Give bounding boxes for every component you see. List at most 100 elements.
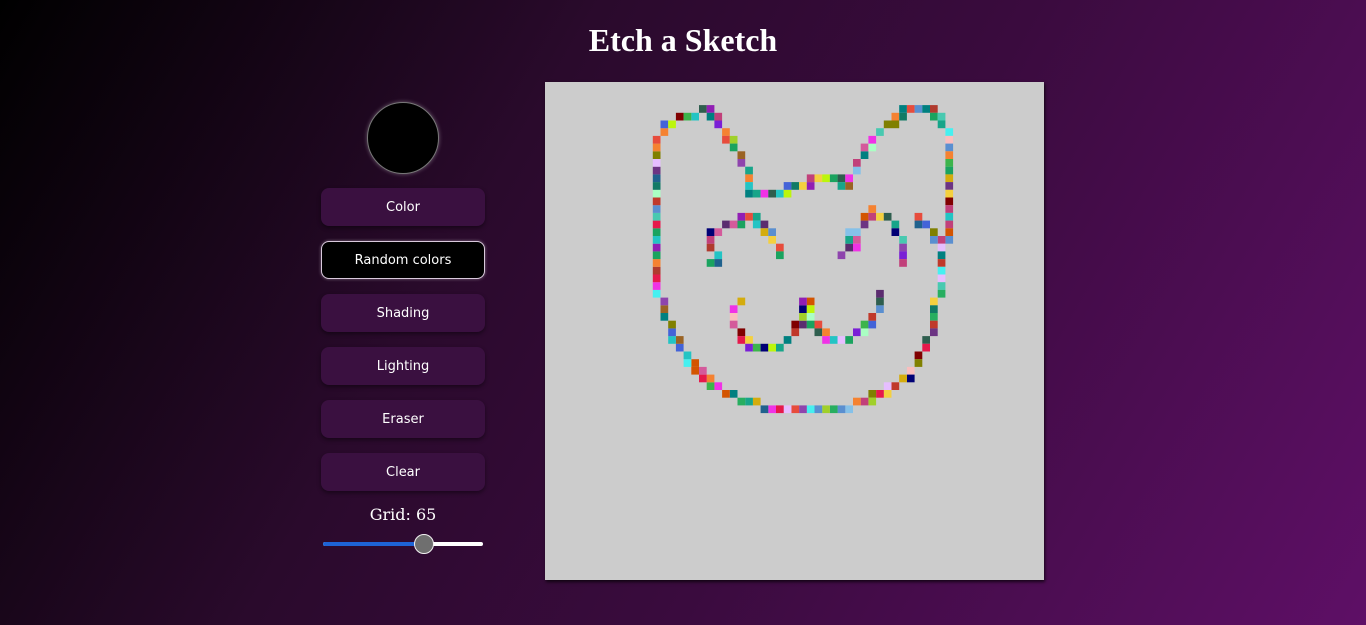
sketch-pixel (868, 320, 877, 329)
page-title: Etch a Sketch (588, 22, 778, 58)
sketch-pixel (706, 259, 715, 267)
sketch-pixel (945, 128, 954, 136)
sketch-pixel (729, 135, 738, 144)
sketch-pixel (829, 336, 838, 344)
sketch-pixel (945, 236, 954, 244)
sketch-pixel (922, 105, 930, 113)
sketch-pixel (722, 128, 730, 136)
sketch-drawing (652, 105, 954, 414)
sketch-pixel (652, 236, 661, 244)
sketch-pixel (860, 151, 869, 159)
sketch-pixel (930, 320, 938, 329)
sketch-pixel (660, 120, 669, 129)
sketch-pixel (737, 159, 746, 167)
random-colors-button[interactable]: Random colors (321, 241, 485, 279)
sketch-pixel (883, 120, 892, 129)
color-button[interactable]: Color (321, 188, 485, 226)
sketch-pixel (660, 313, 669, 321)
sketch-pixel (729, 313, 738, 321)
sketch-pixel (675, 343, 684, 352)
sketch-pixel (837, 405, 846, 414)
sketch-pixel (853, 328, 861, 337)
sketch-pixel (729, 143, 738, 152)
sketch-pixel (737, 397, 746, 406)
grid-size-slider[interactable] (323, 534, 483, 554)
sketch-pixel (652, 243, 661, 252)
sketch-pixel (814, 405, 823, 414)
sketch-pixel (783, 405, 792, 414)
sketch-pixel (945, 143, 954, 152)
sketch-pixel (745, 166, 753, 175)
sketch-pixel (930, 236, 938, 244)
sketch-pixel (945, 159, 954, 167)
sketch-pixel (660, 297, 669, 306)
sketch-pixel (814, 328, 823, 337)
sketch-pixel (945, 220, 954, 229)
sketch-pixel (899, 236, 907, 244)
sketch-pixel (899, 112, 907, 121)
sketch-pixel (876, 289, 884, 298)
sketch-pixel (714, 251, 723, 260)
sketch-pixel (791, 328, 800, 337)
sketch-pixel (853, 397, 861, 406)
sketch-pixel (668, 120, 676, 129)
sketch-pixel (937, 259, 946, 267)
eraser-button[interactable]: Eraser (321, 400, 485, 438)
sketch-pixel (652, 197, 661, 206)
sketch-pixel (668, 328, 676, 337)
sketch-pixel (906, 366, 915, 375)
sketch-pixel (699, 105, 707, 113)
sketch-pixel (914, 220, 923, 229)
sketch-pixel (729, 220, 738, 229)
sketch-pixel (945, 151, 954, 159)
sketch-pixel (699, 366, 707, 375)
sketch-pixel (860, 328, 869, 337)
sketch-pixel (914, 105, 923, 113)
sketch-pixel (937, 274, 946, 283)
sketch-pixel (899, 251, 907, 260)
sketch-pixel (652, 135, 661, 144)
sketch-pixel (722, 390, 730, 398)
sketch-pixel (652, 228, 661, 236)
sketch-pixel (937, 120, 946, 129)
sketch-pixel (806, 405, 815, 414)
sketch-pixel (930, 297, 938, 306)
sketch-pixel (937, 266, 946, 275)
sketch-pixel (868, 143, 877, 152)
sketch-pixel (899, 243, 907, 252)
sketch-pixel (768, 343, 776, 352)
sketch-board[interactable] (545, 82, 1044, 580)
sketch-pixel (937, 236, 946, 244)
sketch-pixel (791, 182, 800, 190)
clear-button[interactable]: Clear (321, 453, 485, 491)
sketch-pixel (714, 382, 723, 390)
sketch-pixel (876, 297, 884, 306)
sketch-pixel (945, 212, 954, 221)
sketch-pixel (876, 212, 884, 221)
sketch-pixel (776, 189, 784, 198)
sketch-pixel (729, 305, 738, 313)
sketch-pixel (783, 336, 792, 344)
sketch-pixel (922, 343, 930, 352)
sketch-pixel (914, 351, 923, 360)
color-picker[interactable] (367, 102, 439, 174)
sketch-pixel (729, 320, 738, 329)
grid-size-label: Grid: 65 (369, 505, 437, 524)
sketch-pixel (845, 405, 853, 414)
lighting-button[interactable]: Lighting (321, 347, 485, 385)
sketch-pixel (652, 220, 661, 229)
sketch-pixel (706, 382, 715, 390)
sketch-pixel (891, 220, 900, 229)
shading-button[interactable]: Shading (321, 294, 485, 332)
sketch-pixel (752, 220, 761, 229)
sketch-pixel (745, 189, 753, 198)
sketch-pixel (745, 182, 753, 190)
slider-thumb[interactable] (414, 534, 434, 554)
sketch-pixel (799, 405, 807, 414)
sketch-pixel (891, 120, 900, 129)
sketch-pixel (683, 351, 692, 360)
sketch-pixel (668, 320, 676, 329)
sketch-pixel (652, 251, 661, 260)
sketch-pixel (883, 382, 892, 390)
sketch-pixel (876, 305, 884, 313)
